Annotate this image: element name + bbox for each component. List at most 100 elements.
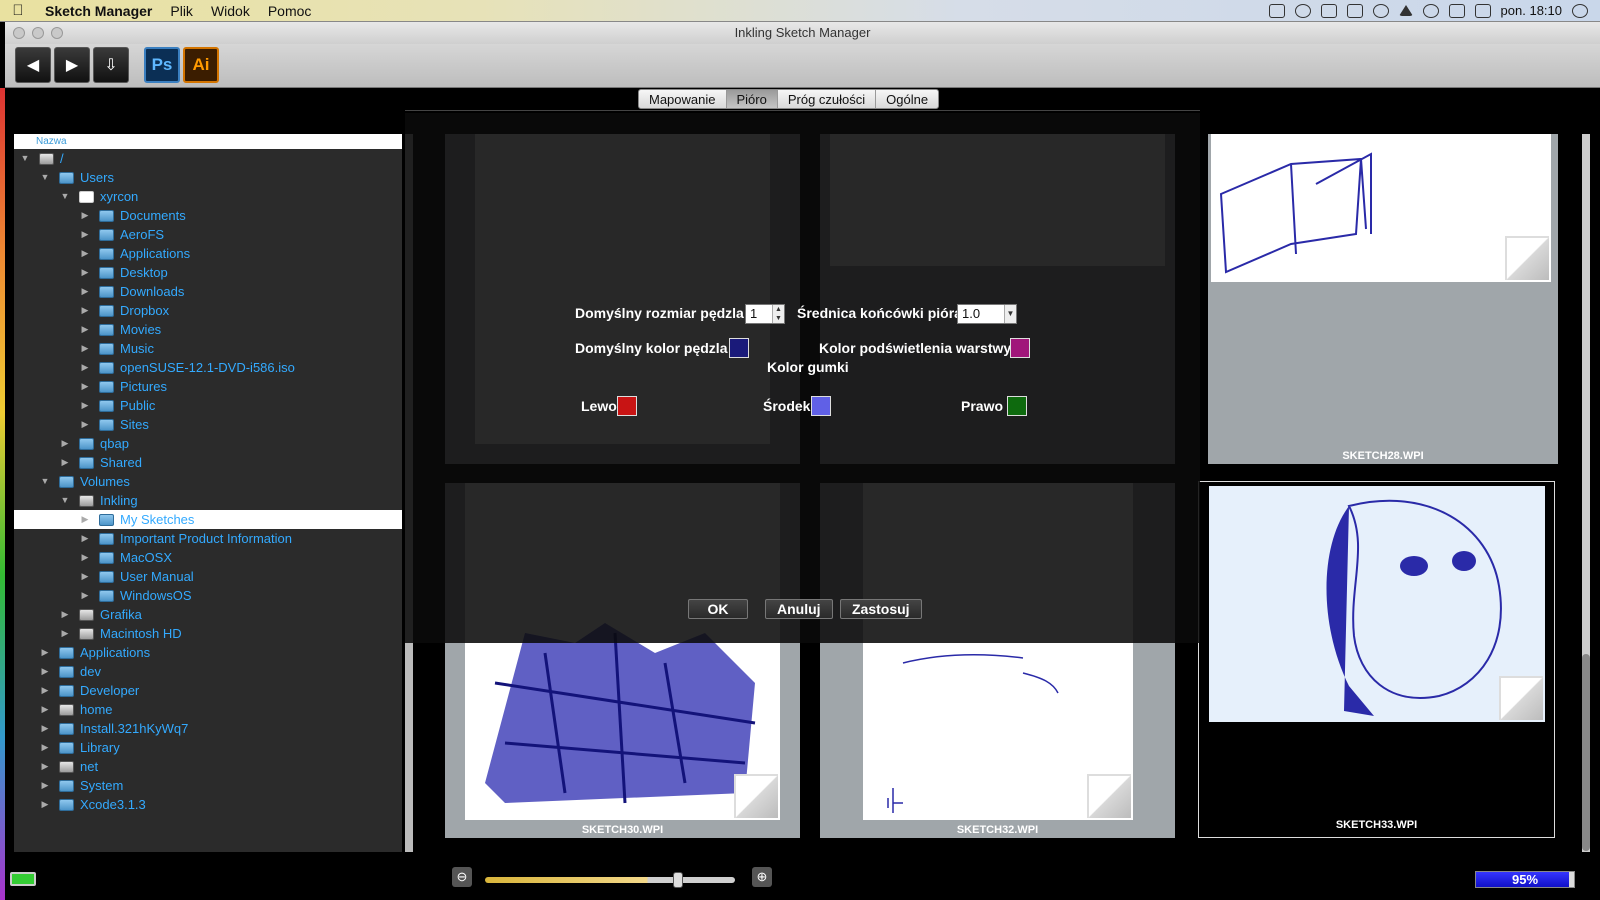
tree-row[interactable]: ▶ Install.321hKyWq7 <box>14 719 402 738</box>
open-in-photoshop-button[interactable]: Ps <box>144 47 180 83</box>
right-color-swatch[interactable] <box>1007 396 1027 416</box>
tree-row[interactable]: ▶ Desktop <box>14 263 402 282</box>
user-icon[interactable] <box>1294 3 1311 18</box>
window-icon[interactable] <box>1320 3 1337 18</box>
disclosure-collapsed-icon[interactable]: ▶ <box>79 377 91 396</box>
tree-row[interactable]: ▶ Downloads <box>14 282 402 301</box>
minimize-window-button[interactable] <box>32 27 44 39</box>
disclosure-collapsed-icon[interactable]: ▶ <box>79 301 91 320</box>
tree-column-header[interactable]: Nazwa <box>14 134 402 149</box>
tree-row[interactable]: ▶ Applications <box>14 244 402 263</box>
tree-row[interactable]: ▶ qbap <box>14 434 402 453</box>
close-window-button[interactable] <box>13 27 25 39</box>
zoom-in-icon[interactable]: ⊕ <box>752 867 772 887</box>
tree-row[interactable]: ▶ Music <box>14 339 402 358</box>
disclosure-collapsed-icon[interactable]: ▶ <box>79 586 91 605</box>
tab-mapping[interactable]: Mapowanie <box>639 90 727 108</box>
disclosure-collapsed-icon[interactable]: ▶ <box>79 225 91 244</box>
tree-row[interactable]: ▶ Public <box>14 396 402 415</box>
disclosure-collapsed-icon[interactable]: ▶ <box>79 339 91 358</box>
tree-row[interactable]: ▶ net <box>14 757 402 776</box>
tree-row[interactable]: ▼ / <box>14 149 402 168</box>
disclosure-collapsed-icon[interactable]: ▶ <box>39 795 51 814</box>
tip-diameter-select[interactable]: 1.0 ▼ <box>957 304 1017 324</box>
tree-row[interactable]: ▶ Sites <box>14 415 402 434</box>
zoom-slider[interactable] <box>485 872 735 888</box>
tree-row[interactable]: ▶ Documents <box>14 206 402 225</box>
apple-icon[interactable]:  <box>0 2 36 19</box>
tab-general[interactable]: Ogólne <box>876 90 938 108</box>
tree-row[interactable]: ▶ Important Product Information <box>14 529 402 548</box>
grid-scrollbar[interactable] <box>1582 134 1590 852</box>
tree-row[interactable]: ▼ Users <box>14 168 402 187</box>
battery-status-icon[interactable] <box>1268 3 1285 18</box>
tree-row[interactable]: ▶ Developer <box>14 681 402 700</box>
chevron-down-icon[interactable]: ▼ <box>1004 305 1016 323</box>
zoom-slider-knob[interactable] <box>673 872 683 888</box>
wifi-icon[interactable] <box>1422 3 1439 18</box>
disclosure-collapsed-icon[interactable]: ▶ <box>79 263 91 282</box>
disclosure-expanded-icon[interactable]: ▼ <box>19 149 31 168</box>
export-button[interactable]: ⇩ <box>93 47 129 83</box>
open-in-illustrator-button[interactable]: Ai <box>183 47 219 83</box>
disclosure-collapsed-icon[interactable]: ▶ <box>39 662 51 681</box>
disclosure-collapsed-icon[interactable]: ▶ <box>79 548 91 567</box>
tree-row[interactable]: ▶ openSUSE-12.1-DVD-i586.iso <box>14 358 402 377</box>
zoom-out-icon[interactable]: ⊖ <box>452 867 472 887</box>
disclosure-collapsed-icon[interactable]: ▶ <box>79 358 91 377</box>
forward-button[interactable]: ▶ <box>54 47 90 83</box>
brush-size-stepper[interactable]: 1 ▲ ▼ <box>745 304 785 324</box>
disclosure-collapsed-icon[interactable]: ▶ <box>39 700 51 719</box>
disclosure-collapsed-icon[interactable]: ▶ <box>79 415 91 434</box>
grid-scrollbar-thumb[interactable] <box>1582 654 1590 851</box>
disclosure-collapsed-icon[interactable]: ▶ <box>39 643 51 662</box>
tab-pen[interactable]: Pióro <box>726 90 778 108</box>
clock[interactable]: pon. 18:10 <box>1501 3 1562 18</box>
tree-row[interactable]: ▼ Volumes <box>14 472 402 491</box>
disclosure-collapsed-icon[interactable]: ▶ <box>39 757 51 776</box>
tree-row[interactable]: ▶ AeroFS <box>14 225 402 244</box>
tree-row[interactable]: ▶ Library <box>14 738 402 757</box>
stepper-arrows-icon[interactable]: ▲ ▼ <box>772 305 784 323</box>
display-icon[interactable] <box>1346 3 1363 18</box>
sketch-card-sketch33[interactable]: SKETCH33.WPI <box>1198 481 1555 838</box>
eject-icon[interactable] <box>1398 5 1413 16</box>
tree-row[interactable]: ▼ xyrcon <box>14 187 402 206</box>
menu-file[interactable]: Plik <box>161 3 202 19</box>
tree-row[interactable]: ▶ MacOSX <box>14 548 402 567</box>
back-button[interactable]: ◀ <box>15 47 51 83</box>
disclosure-collapsed-icon[interactable]: ▶ <box>59 605 71 624</box>
disclosure-collapsed-icon[interactable]: ▶ <box>79 510 91 529</box>
tree-row[interactable]: ▶ System <box>14 776 402 795</box>
disclosure-expanded-icon[interactable]: ▼ <box>59 491 71 510</box>
ok-button[interactable]: OK <box>688 599 748 619</box>
tree-row[interactable]: ▶ dev <box>14 662 402 681</box>
tab-sensitivity[interactable]: Próg czułości <box>778 90 877 108</box>
disclosure-collapsed-icon[interactable]: ▶ <box>39 738 51 757</box>
tree-row[interactable]: ▶ WindowsOS <box>14 586 402 605</box>
tree-row[interactable]: ▶ Macintosh HD <box>14 624 402 643</box>
disclosure-collapsed-icon[interactable]: ▶ <box>59 434 71 453</box>
menu-app[interactable]: Sketch Manager <box>36 3 161 19</box>
left-color-swatch[interactable] <box>617 396 637 416</box>
tree-row[interactable]: ▶ User Manual <box>14 567 402 586</box>
sketch-card-sketch28[interactable]: SKETCH28.WPI <box>1208 134 1558 464</box>
disclosure-collapsed-icon[interactable]: ▶ <box>39 681 51 700</box>
disclosure-collapsed-icon[interactable]: ▶ <box>79 244 91 263</box>
zoom-window-button[interactable] <box>51 27 63 39</box>
volume-icon[interactable] <box>1474 3 1491 18</box>
disclosure-collapsed-icon[interactable]: ▶ <box>79 529 91 548</box>
disclosure-collapsed-icon[interactable]: ▶ <box>39 719 51 738</box>
apply-button[interactable]: Zastosuj <box>840 599 922 619</box>
disclosure-collapsed-icon[interactable]: ▶ <box>79 282 91 301</box>
cancel-button[interactable]: Anuluj <box>765 599 833 619</box>
tree-row[interactable]: ▶ Grafika <box>14 605 402 624</box>
tree-row[interactable]: ▶ Dropbox <box>14 301 402 320</box>
disclosure-collapsed-icon[interactable]: ▶ <box>79 320 91 339</box>
disclosure-expanded-icon[interactable]: ▼ <box>59 187 71 206</box>
tree-row[interactable]: ▶ Xcode3.1.3 <box>14 795 402 814</box>
calendar-icon[interactable] <box>1448 3 1465 18</box>
time-machine-icon[interactable] <box>1372 3 1389 18</box>
disclosure-expanded-icon[interactable]: ▼ <box>39 168 51 187</box>
spotlight-search-icon[interactable] <box>1572 3 1588 18</box>
